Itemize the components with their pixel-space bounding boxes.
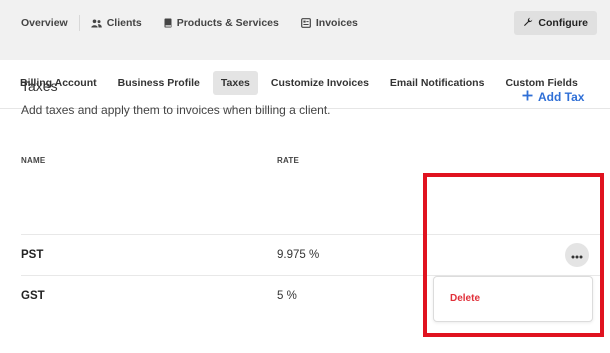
page-description: Add taxes and apply them to invoices whe… [21,103,331,117]
tab-taxes[interactable]: Taxes [212,71,258,95]
wrench-icon [523,17,533,30]
tab-business-profile[interactable]: Business Profile [110,71,208,95]
tax-name-pst: PST [21,249,44,261]
tax-rate-pst: 9.975 % [277,249,320,261]
top-nav: Overview Clients Products & Services Inv… [10,0,369,46]
nav-clients[interactable]: Clients [80,13,153,33]
nav-products-label: Products & Services [176,17,279,29]
configure-label: Configure [538,17,588,29]
delete-menu-item[interactable]: Delete [450,293,480,304]
nav-clients-label: Clients [106,17,142,29]
nav-products-services[interactable]: Products & Services [153,13,290,33]
more-horizontal-icon [571,246,583,264]
add-tax-label: Add Tax [538,90,585,104]
add-tax-button[interactable]: Add Tax [522,90,584,104]
settings-tabs: Billing Account Business Profile Taxes C… [12,70,591,96]
row-more-button[interactable] [565,243,589,267]
tax-rate-gst: 5 % [277,290,297,302]
invoice-icon [300,18,311,28]
page-title: Taxes [21,78,58,94]
row-actions-menu: Delete [433,276,593,322]
top-bar: Overview Clients Products & Services Inv… [0,0,610,60]
configure-button[interactable]: Configure [514,11,597,35]
nav-invoices-label: Invoices [315,17,358,29]
nav-overview[interactable]: Overview [10,13,79,33]
tax-name-gst: GST [21,290,45,302]
plus-icon [522,90,533,104]
nav-invoices[interactable]: Invoices [290,13,369,33]
column-header-name: NAME [21,156,46,165]
tab-customize-invoices[interactable]: Customize Invoices [263,71,377,95]
users-icon [91,19,102,28]
nav-overview-label: Overview [21,17,68,29]
column-header-rate: RATE [277,156,299,165]
tab-email-notifications[interactable]: Email Notifications [382,71,493,95]
book-icon [164,18,172,28]
